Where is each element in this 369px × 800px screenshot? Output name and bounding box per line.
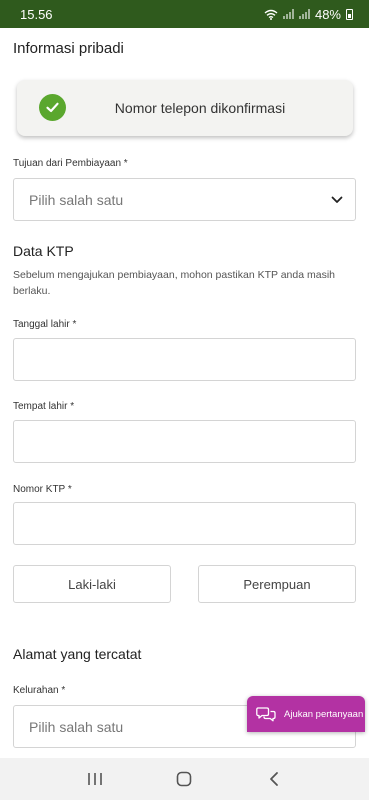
status-bar: 15.56 48% (0, 0, 369, 28)
form-content[interactable]: Informasi pribadi Nomor telepon dikonfir… (0, 28, 369, 758)
wifi-icon (264, 9, 278, 20)
birth-place-field[interactable] (13, 420, 356, 463)
signal-icon-2 (298, 9, 310, 19)
section-title-personal: Informasi pribadi (13, 40, 124, 57)
birth-date-label: Tanggal lahir * (13, 319, 77, 330)
back-button[interactable] (254, 764, 294, 794)
phone-verified-card: Nomor telepon dikonfirmasi (17, 80, 353, 136)
ktp-number-field[interactable] (13, 502, 356, 545)
chat-icon (256, 707, 276, 722)
kelurahan-select-value: Pilih salah satu (29, 718, 124, 735)
home-icon (177, 771, 192, 787)
ktp-section-title: Data KTP (13, 243, 74, 259)
home-button[interactable] (164, 764, 204, 794)
system-nav-bar (0, 758, 369, 800)
check-icon (39, 94, 66, 121)
ktp-section-description: Sebelum mengajukan pembiayaan, mohon pas… (13, 269, 336, 297)
purpose-select-value: Pilih salah satu (29, 191, 124, 208)
ask-question-button[interactable]: Ajukan pertanyaan (247, 696, 365, 732)
back-icon (270, 772, 279, 786)
purpose-select[interactable]: Pilih salah satu (13, 178, 356, 221)
chevron-down-icon (331, 196, 343, 203)
status-icons: 48% (264, 7, 353, 22)
gender-female-button[interactable]: Perempuan (198, 565, 356, 603)
battery-icon (346, 8, 353, 20)
ktp-number-label: Nomor KTP * (13, 484, 72, 495)
birth-place-label: Tempat lahir * (13, 401, 75, 412)
battery-text: 48% (314, 6, 341, 22)
purpose-label: Tujuan dari Pembiayaan * (13, 158, 128, 169)
recent-apps-icon (88, 773, 102, 785)
status-time: 15.56 (20, 6, 53, 22)
recent-apps-button[interactable] (75, 764, 115, 794)
kelurahan-label: Kelurahan * (13, 685, 66, 696)
address-section-title: Alamat yang tercatat (13, 646, 142, 662)
birth-date-field[interactable] (13, 338, 356, 381)
ask-question-label: Ajukan pertanyaan (284, 708, 364, 720)
phone-verified-text: Nomor telepon dikonfirmasi (114, 100, 286, 116)
signal-icon (282, 9, 294, 19)
gender-male-button[interactable]: Laki-laki (13, 565, 171, 603)
